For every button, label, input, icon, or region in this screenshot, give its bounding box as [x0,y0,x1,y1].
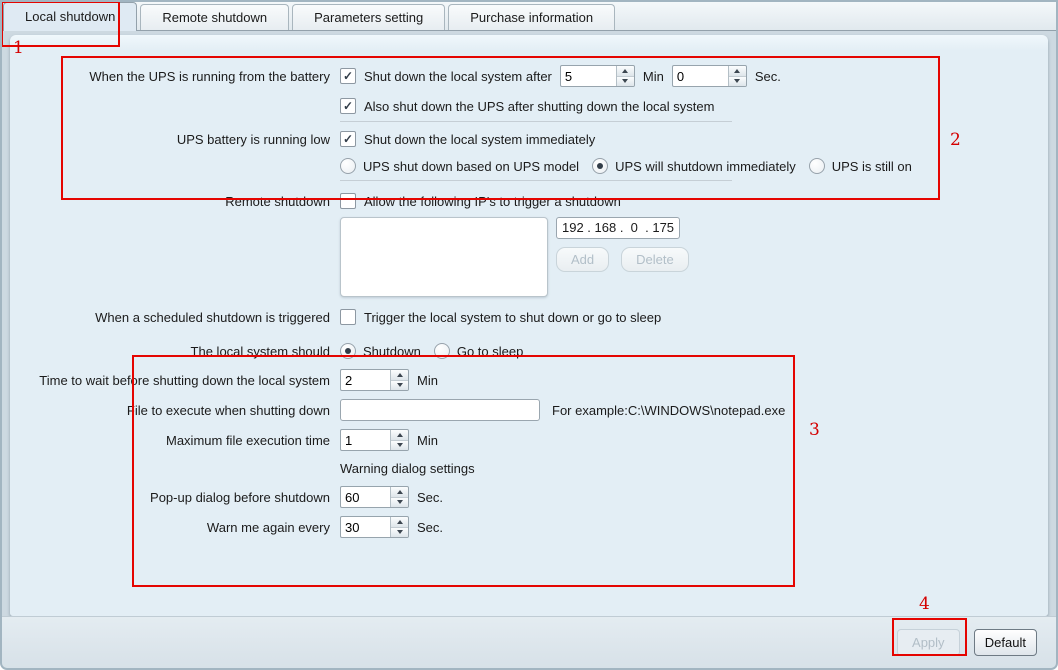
file-execute-input[interactable] [340,399,540,421]
system-should-label: The local system should [10,344,340,359]
spin-down-icon[interactable] [391,527,408,538]
allow-ip-checkbox[interactable] [340,193,356,209]
trigger-local-label: Trigger the local system to shut down or… [364,310,661,325]
system-should-row: The local system should Shutdown Go to s… [10,343,1048,359]
minutes-input[interactable] [561,66,616,86]
warn-again-unit-label: Sec. [417,520,443,535]
battery-low-section-label: UPS battery is running low [10,132,340,147]
add-button[interactable]: Add [556,247,609,272]
spin-down-icon[interactable] [617,76,634,87]
app-window: Local shutdown Remote shutdown Parameter… [0,0,1058,670]
ups-immediate-radio[interactable] [592,158,608,174]
warning-settings-header: Warning dialog settings [340,461,475,476]
warn-again-spinner [340,516,409,538]
check-icon: ✓ [343,132,353,146]
delete-button[interactable]: Delete [621,247,689,272]
popup-dialog-label: Pop-up dialog before shutdown [10,490,340,505]
ip-listbox[interactable] [340,217,548,297]
shutdown-after-checkbox[interactable]: ✓ [340,68,356,84]
separator [340,121,732,122]
ups-model-radio[interactable] [340,158,356,174]
max-exec-row: Maximum file execution time Min [10,429,1048,451]
remote-section-label: Remote shutdown [10,194,340,209]
warn-again-label: Warn me again every [10,520,340,535]
check-icon: ✓ [343,69,353,83]
minutes-spinner [560,65,635,87]
also-shutdown-ups-checkbox[interactable]: ✓ [340,98,356,114]
wait-time-input[interactable] [341,370,390,390]
spin-up-icon[interactable] [391,370,408,380]
radio-dot-icon [597,163,603,169]
shutdown-after-label: Shut down the local system after [364,69,552,84]
scheduled-trigger-row: When a scheduled shutdown is triggered T… [10,309,1048,325]
go-to-sleep-radio-label: Go to sleep [457,344,524,359]
file-example-hint: For example:C:\WINDOWS\notepad.exe [552,403,785,418]
ip-list-row: 192 . 168 . 0 . 175 Add Delete [10,217,1048,297]
wait-time-spinner [340,369,409,391]
also-shutdown-ups-label: Also shut down the UPS after shutting do… [364,99,714,114]
warn-again-input[interactable] [341,517,390,537]
scheduled-section-label: When a scheduled shutdown is triggered [10,310,340,325]
max-exec-input[interactable] [341,430,390,450]
ip-address-field[interactable]: 192 . 168 . 0 . 175 [556,217,680,239]
shutdown-radio[interactable] [340,343,356,359]
battery-shutdown-row: When the UPS is running from the battery… [10,65,1048,87]
battery-low-row: UPS battery is running low ✓ Shut down t… [10,131,1048,147]
wait-time-unit-label: Min [417,373,438,388]
ups-behavior-radio-row: UPS shut down based on UPS model UPS wil… [10,158,1048,174]
spin-up-icon[interactable] [391,517,408,527]
spin-up-icon[interactable] [729,66,746,76]
tab-remote-shutdown[interactable]: Remote shutdown [140,4,289,30]
spin-up-icon[interactable] [391,487,408,497]
battery-section-label: When the UPS is running from the battery [10,69,340,84]
spin-down-icon[interactable] [391,440,408,451]
also-shutdown-row: ✓ Also shut down the UPS after shutting … [10,98,1048,114]
spin-down-icon[interactable] [391,497,408,508]
shutdown-immediately-checkbox[interactable]: ✓ [340,131,356,147]
tab-parameters-setting[interactable]: Parameters setting [292,4,445,30]
tab-bar: Local shutdown Remote shutdown Parameter… [2,2,1056,31]
seconds-spinner [672,65,747,87]
remote-shutdown-row: Remote shutdown Allow the following IP's… [10,193,1048,209]
separator [340,180,732,181]
file-execute-row: File to execute when shutting down For e… [10,399,1048,421]
trigger-local-checkbox[interactable] [340,309,356,325]
apply-button[interactable]: Apply [897,629,960,656]
max-exec-spinner [340,429,409,451]
tab-purchase-information[interactable]: Purchase information [448,4,615,30]
shutdown-immediately-label: Shut down the local system immediately [364,132,595,147]
spin-down-icon[interactable] [729,76,746,87]
warning-header-row: Warning dialog settings [10,461,1048,476]
ups-still-on-radio-label: UPS is still on [832,159,912,174]
ups-immediate-radio-label: UPS will shutdown immediately [615,159,796,174]
minutes-unit-label: Min [643,69,664,84]
wait-time-label: Time to wait before shutting down the lo… [10,373,340,388]
seconds-input[interactable] [673,66,728,86]
footer-bar: Apply Default [2,616,1056,668]
spin-down-icon[interactable] [391,380,408,391]
go-to-sleep-radio[interactable] [434,343,450,359]
tab-local-shutdown[interactable]: Local shutdown [3,2,137,31]
popup-spinner [340,486,409,508]
max-exec-unit-label: Min [417,433,438,448]
popup-dialog-row: Pop-up dialog before shutdown Sec. [10,486,1048,508]
wait-time-row: Time to wait before shutting down the lo… [10,369,1048,391]
radio-dot-icon [345,348,351,354]
popup-unit-label: Sec. [417,490,443,505]
max-exec-label: Maximum file execution time [10,433,340,448]
check-icon: ✓ [343,99,353,113]
local-shutdown-panel: When the UPS is running from the battery… [10,35,1048,616]
ups-still-on-radio[interactable] [809,158,825,174]
default-button[interactable]: Default [974,629,1037,656]
spin-up-icon[interactable] [391,430,408,440]
seconds-unit-label: Sec. [755,69,781,84]
popup-input[interactable] [341,487,390,507]
spin-up-icon[interactable] [617,66,634,76]
allow-ip-label: Allow the following IP's to trigger a sh… [364,194,621,209]
ups-model-radio-label: UPS shut down based on UPS model [363,159,579,174]
warn-again-row: Warn me again every Sec. [10,516,1048,538]
shutdown-radio-label: Shutdown [363,344,421,359]
file-execute-label: File to execute when shutting down [10,403,340,418]
